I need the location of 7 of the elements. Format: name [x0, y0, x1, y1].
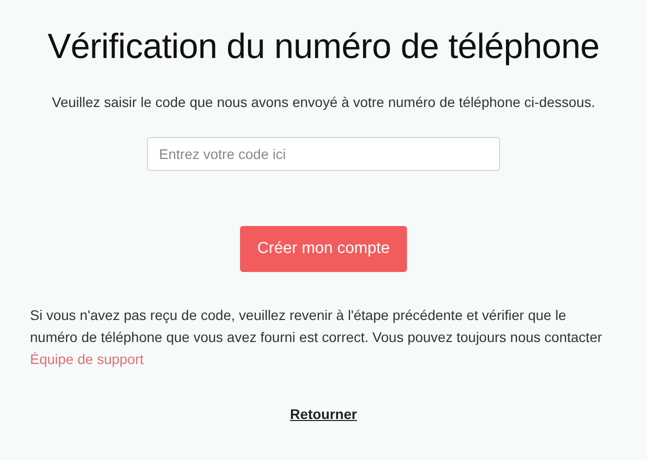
page-title: Vérification du numéro de téléphone	[48, 26, 600, 68]
code-input-field[interactable]: Entrez votre code ici	[147, 137, 500, 171]
instruction-text: Veuillez saisir le code que nous avons envoyé à votre numéro de téléphone ci-dessous.	[52, 93, 596, 112]
help-text: Si vous n'avez pas reçu de code, veuillez revenir à l'étape précédente et vérifier que le numéro de téléphone que vous avez fourni est correct. Vous pouvez toujours nous contacter Équipe de support	[30, 306, 604, 369]
support-link[interactable]: Équipe de support	[30, 351, 144, 367]
back-link[interactable]: Retourner	[290, 404, 357, 425]
create-account-button[interactable]: Créer mon compte	[240, 226, 407, 272]
